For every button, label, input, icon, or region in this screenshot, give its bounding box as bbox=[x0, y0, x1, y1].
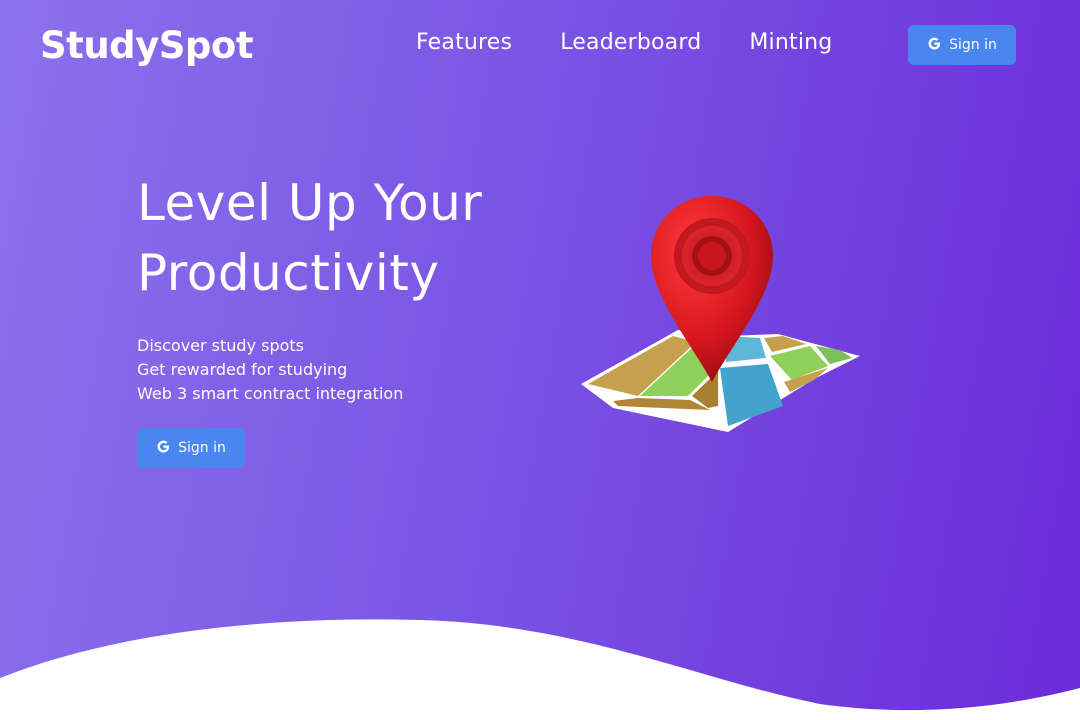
feature-item: Discover study spots bbox=[137, 336, 305, 355]
google-g-icon bbox=[927, 36, 942, 55]
wave-divider bbox=[0, 619, 1080, 720]
feature-item: Web 3 smart contract integration bbox=[137, 384, 404, 403]
map-pin-illustration bbox=[581, 196, 860, 432]
hero-title: Level Up Your Productivity bbox=[137, 168, 482, 308]
hero-signin-button[interactable]: Sign in bbox=[137, 428, 245, 468]
hero-title-line-2: Productivity bbox=[137, 244, 440, 302]
nav-link-leaderboard[interactable]: Leaderboard bbox=[560, 30, 701, 55]
nav-signin-button[interactable]: Sign in bbox=[908, 25, 1016, 65]
nav-link-minting[interactable]: Minting bbox=[749, 30, 832, 55]
hero-signin-label: Sign in bbox=[178, 440, 226, 456]
nav-link-features[interactable]: Features bbox=[416, 30, 512, 55]
nav-signin-label: Sign in bbox=[949, 37, 997, 53]
brand-logo[interactable]: StudySpot bbox=[40, 24, 254, 67]
feature-item: Get rewarded for studying bbox=[137, 360, 348, 379]
features-list: Discover study spots Get rewarded for st… bbox=[137, 334, 403, 406]
google-g-icon bbox=[156, 439, 171, 458]
top-nav: Features Leaderboard Minting Sign in bbox=[416, 25, 1016, 65]
hero-title-line-1: Level Up Your bbox=[137, 174, 483, 232]
